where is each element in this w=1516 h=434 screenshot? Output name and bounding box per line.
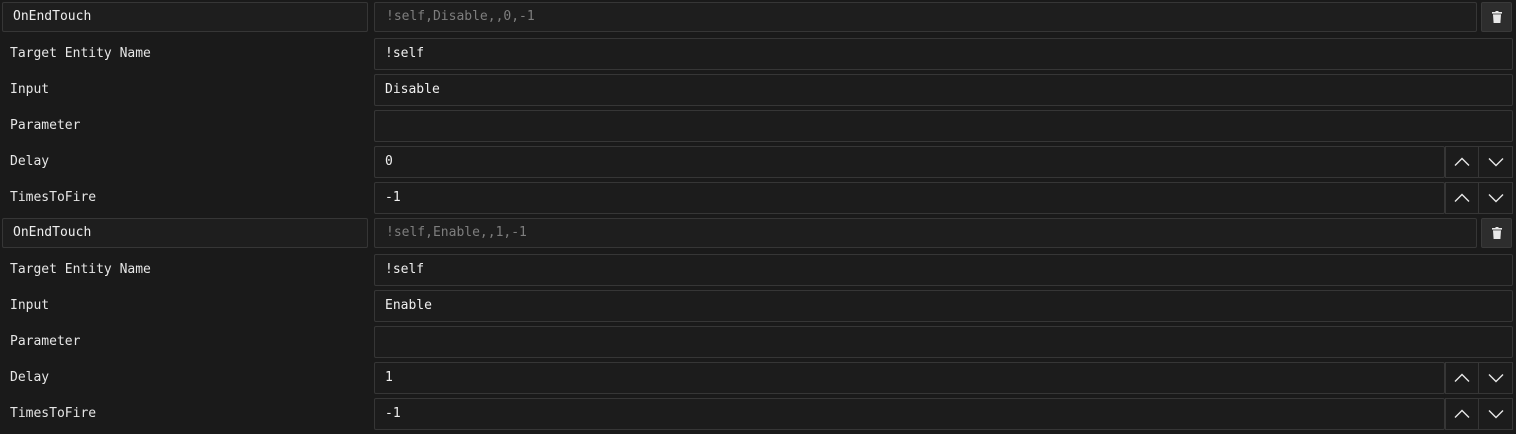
delay-increment-button[interactable] — [1445, 146, 1479, 178]
field-row-input: Input Enable — [0, 288, 1516, 324]
times-to-fire-label: TimesToFire — [10, 190, 97, 205]
field-row-times-to-fire: TimesToFire -1 — [0, 180, 1516, 216]
times-to-fire-decrement-button[interactable] — [1479, 398, 1513, 430]
input-label: Input — [10, 82, 50, 97]
chevron-down-icon — [1488, 158, 1503, 167]
delete-output-button[interactable] — [1481, 2, 1512, 32]
input-input[interactable]: Enable — [374, 290, 1513, 322]
chevron-up-icon — [1454, 157, 1470, 166]
output-header-row: OnEndTouch !self,Disable,,0,-1 — [0, 0, 1516, 36]
delay-input[interactable]: 0 — [374, 146, 1445, 178]
target-entity-label: Target Entity Name — [10, 46, 151, 61]
chevron-up-icon — [1454, 193, 1470, 202]
delay-label: Delay — [10, 370, 50, 385]
field-row-delay: Delay 1 — [0, 360, 1516, 396]
chevron-up-icon — [1454, 409, 1470, 418]
delay-input[interactable]: 1 — [374, 362, 1445, 394]
times-to-fire-increment-button[interactable] — [1445, 398, 1479, 430]
field-row-parameter: Parameter — [0, 324, 1516, 360]
chevron-up-icon — [1454, 373, 1470, 382]
chevron-down-icon — [1488, 194, 1503, 203]
times-to-fire-increment-button[interactable] — [1445, 182, 1479, 214]
field-row-times-to-fire: TimesToFire -1 — [0, 396, 1516, 432]
trash-icon — [1491, 227, 1502, 239]
times-to-fire-decrement-button[interactable] — [1479, 182, 1513, 214]
field-row-target: Target Entity Name !self — [0, 252, 1516, 288]
chevron-down-icon — [1488, 410, 1503, 419]
parameter-label: Parameter — [10, 334, 81, 349]
times-to-fire-label: TimesToFire — [10, 406, 97, 421]
delay-decrement-button[interactable] — [1479, 146, 1513, 178]
chevron-down-icon — [1488, 374, 1503, 383]
times-to-fire-input[interactable]: -1 — [374, 182, 1445, 214]
delete-output-button[interactable] — [1481, 218, 1512, 248]
field-row-parameter: Parameter — [0, 108, 1516, 144]
input-input[interactable]: Disable — [374, 74, 1513, 106]
target-entity-input[interactable]: !self — [374, 254, 1513, 286]
parameter-label: Parameter — [10, 118, 81, 133]
field-row-target: Target Entity Name !self — [0, 36, 1516, 72]
trash-icon — [1491, 11, 1502, 23]
input-label: Input — [10, 298, 50, 313]
field-row-input: Input Disable — [0, 72, 1516, 108]
parameter-input[interactable] — [374, 110, 1513, 142]
target-entity-input[interactable]: !self — [374, 38, 1513, 70]
field-row-delay: Delay 0 — [0, 144, 1516, 180]
output-summary-field[interactable]: !self,Disable,,0,-1 — [374, 2, 1477, 32]
delay-label: Delay — [10, 154, 50, 169]
parameter-input[interactable] — [374, 326, 1513, 358]
target-entity-label: Target Entity Name — [10, 262, 151, 277]
delay-decrement-button[interactable] — [1479, 362, 1513, 394]
output-name-field[interactable]: OnEndTouch — [2, 218, 368, 248]
delay-increment-button[interactable] — [1445, 362, 1479, 394]
output-header-row: OnEndTouch !self,Enable,,1,-1 — [0, 216, 1516, 252]
output-summary-field[interactable]: !self,Enable,,1,-1 — [374, 218, 1477, 248]
output-name-field[interactable]: OnEndTouch — [2, 2, 368, 32]
times-to-fire-input[interactable]: -1 — [374, 398, 1445, 430]
